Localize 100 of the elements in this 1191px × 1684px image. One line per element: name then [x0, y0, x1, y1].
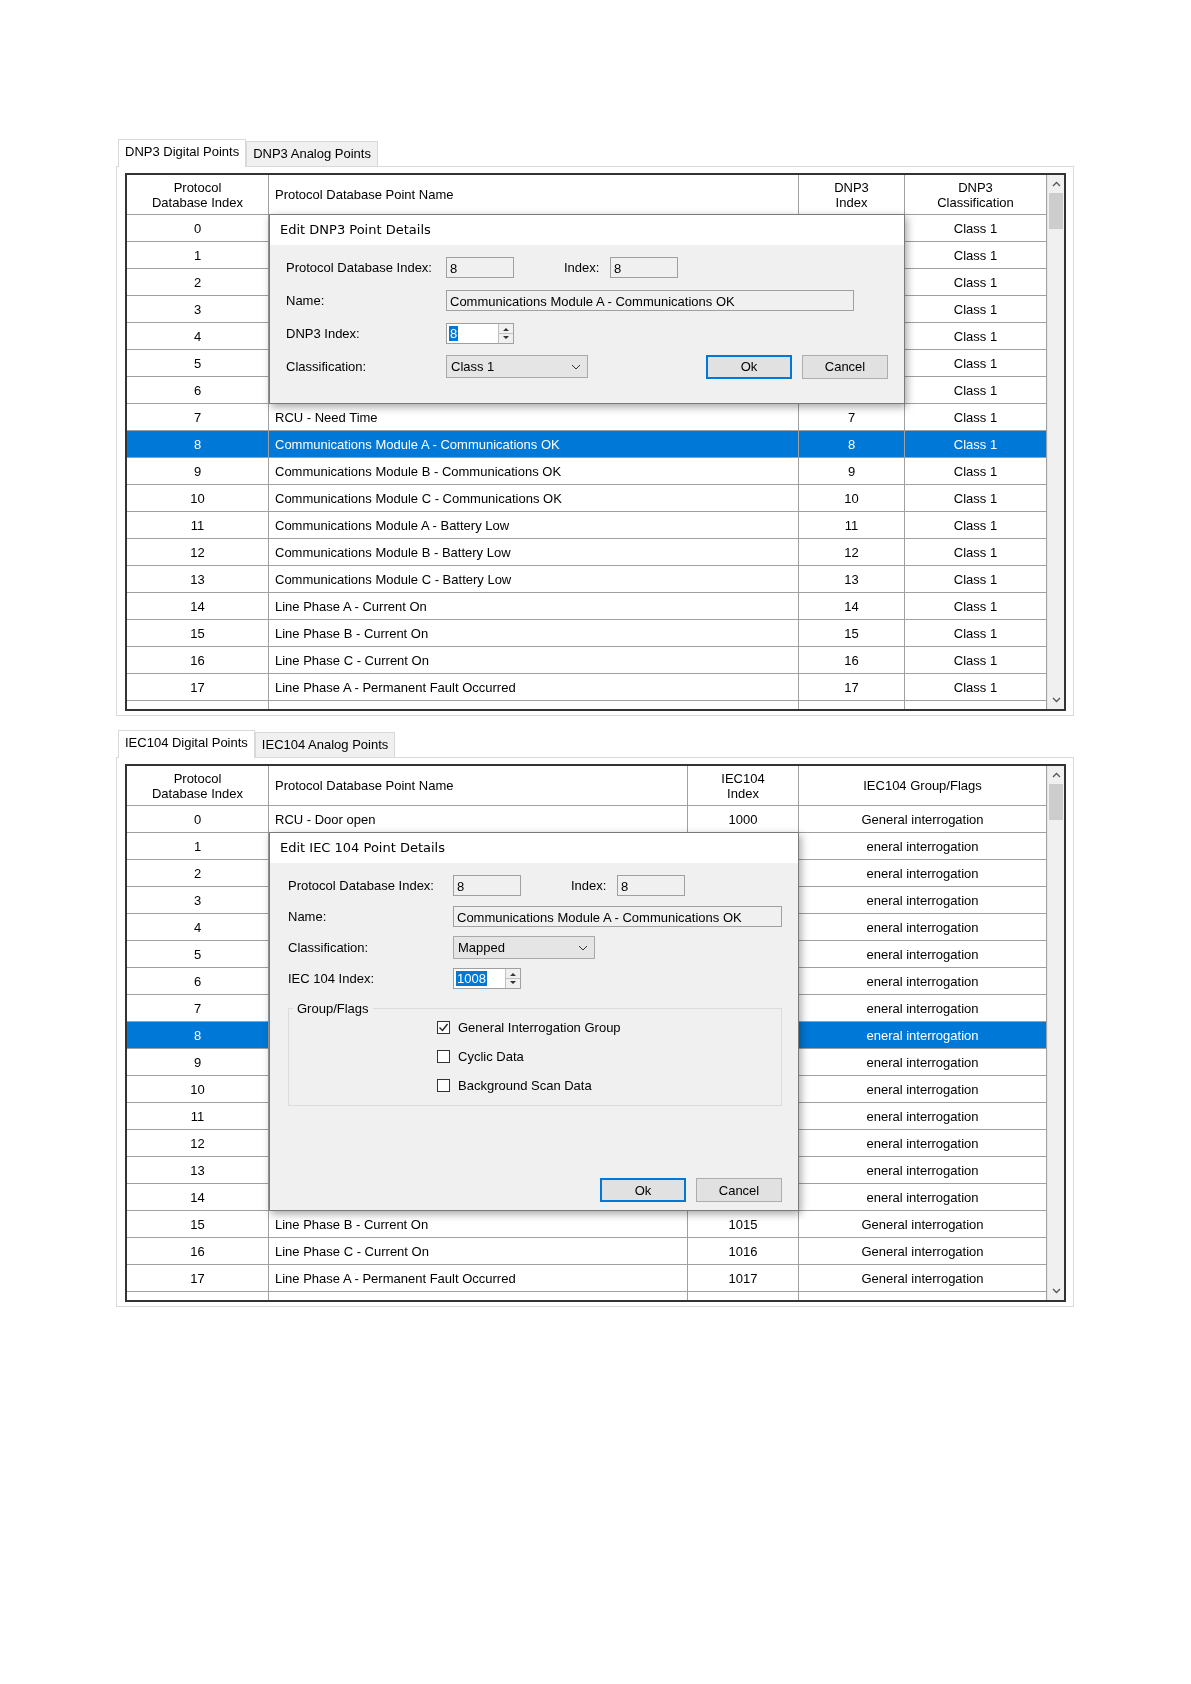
column-header: Protocol Database Point Name	[275, 187, 454, 202]
table-cell: 3	[193, 301, 202, 317]
spin-field[interactable]: 1008	[453, 968, 521, 989]
table-cell: 16	[844, 652, 859, 668]
checkbox[interactable]	[437, 1050, 450, 1063]
classification-dropdown[interactable]: Class 1	[446, 355, 588, 378]
table-cell: eneral interrogation	[866, 892, 979, 908]
table-cell: 16	[190, 1243, 205, 1259]
table-cell: General interrogation	[861, 1216, 984, 1232]
table-cell: 13	[844, 571, 859, 587]
field-label: Protocol Database Index:	[288, 878, 435, 893]
field-label: Classification:	[286, 359, 368, 374]
table-cell: 16	[190, 652, 205, 668]
ok-button[interactable]: Ok	[706, 354, 792, 379]
table-cell: 0	[193, 811, 202, 827]
checkbox[interactable]	[437, 1021, 450, 1034]
scrollbar[interactable]	[1047, 175, 1064, 709]
table-cell: 13	[190, 571, 205, 587]
table-cell: Line Phase A - Permanent Fault Occurred	[275, 679, 516, 695]
scroll-up-icon[interactable]	[1051, 772, 1061, 778]
table-cell: Class 1	[953, 355, 998, 371]
scrollbar-thumb[interactable]	[1049, 784, 1063, 820]
caret-icon	[578, 944, 588, 951]
table-cell: Class 1	[953, 436, 998, 452]
table-cell: Class 1	[953, 409, 998, 425]
table-row[interactable]: 9 Communications Module B - Communications OK 9 Class 1	[127, 458, 1047, 485]
cancel-button[interactable]: Cancel	[696, 1178, 782, 1202]
cancel-button[interactable]: Cancel	[802, 354, 888, 379]
column-header: Protocol Database Index	[150, 770, 245, 801]
table-cell: eneral interrogation	[866, 919, 979, 935]
scroll-up-icon[interactable]	[1051, 181, 1061, 187]
column-header: IEC104 Group/Flags	[863, 778, 982, 793]
table-row[interactable]: 12 Communications Module B - Battery Low 12 Class 1	[127, 539, 1047, 566]
field-label: IEC 104 Index:	[288, 971, 375, 986]
ok-button[interactable]: Ok	[600, 1178, 686, 1202]
table-cell: eneral interrogation	[866, 1081, 979, 1097]
table-cell: 7	[193, 1000, 202, 1016]
table-row[interactable]: 16 Line Phase C - Current On 1016 General interrogation	[127, 1238, 1047, 1265]
table-cell: 10	[190, 1081, 205, 1097]
table-row[interactable]: 14 Line Phase A - Current On 14 Class 1	[127, 593, 1047, 620]
checkbox-label: Cyclic Data	[458, 1049, 524, 1064]
table-cell: Class 1	[953, 679, 998, 695]
tab[interactable]: IEC104 Analog Points	[254, 732, 396, 757]
spin-field[interactable]: 8	[446, 323, 514, 344]
column-header: IEC104 Index	[720, 770, 766, 801]
table-cell: 6	[193, 973, 202, 989]
tab[interactable]: DNP3 Analog Points	[246, 141, 378, 166]
checkbox-label: General Interrogation Group	[458, 1020, 621, 1035]
table-row[interactable]: 15 Line Phase B - Current On 15 Class 1	[127, 620, 1047, 647]
table-cell: 8	[847, 436, 856, 452]
index-field[interactable]: 8	[446, 257, 514, 278]
spin-arrows-icon[interactable]	[498, 324, 513, 343]
column-header: Protocol Database Point Name	[275, 778, 454, 793]
table-cell: 11	[190, 1108, 205, 1124]
table-cell: Class 1	[953, 463, 998, 479]
table-cell: 11	[844, 517, 859, 533]
table-row[interactable]: 13 Communications Module C - Battery Low 13 Class 1	[127, 566, 1047, 593]
table-row[interactable]: 17 Line Phase A - Permanent Fault Occurred 17 Class 1	[127, 674, 1047, 701]
name-field[interactable]: Communications Module A - Communications OK	[446, 290, 854, 311]
table-cell: Class 1	[953, 382, 998, 398]
table-cell: eneral interrogation	[866, 1135, 979, 1151]
table-row[interactable]: 10 Communications Module C - Communications OK 10 Class 1	[127, 485, 1047, 512]
tab[interactable]: IEC104 Digital Points	[118, 730, 255, 758]
scrollbar-thumb[interactable]	[1049, 193, 1063, 229]
checkbox[interactable]	[437, 1079, 450, 1092]
classification-dropdown[interactable]: Mapped	[453, 936, 595, 959]
table-cell: 1000	[728, 811, 758, 827]
table-cell: 3	[193, 892, 202, 908]
table-cell: eneral interrogation	[866, 1108, 979, 1124]
name-field[interactable]: Communications Module A - Communications OK	[453, 906, 782, 927]
index-field[interactable]: 8	[453, 875, 521, 896]
column-header: DNP3 Classification	[936, 179, 1015, 210]
table-cell: Class 1	[953, 625, 998, 641]
table-cell: 6	[193, 382, 202, 398]
table-row[interactable]: 16 Line Phase C - Current On 16 Class 1	[127, 647, 1047, 674]
column-header: DNP3 Index	[833, 179, 870, 210]
table-cell: 5	[193, 946, 202, 962]
scroll-down-icon[interactable]	[1051, 697, 1061, 703]
table-row[interactable]: 17 Line Phase A - Permanent Fault Occurred 1017 General interrogation	[127, 1265, 1047, 1292]
field-label: Index:	[571, 878, 608, 893]
table-row[interactable]: 11 Communications Module A - Battery Low 11 Class 1	[127, 512, 1047, 539]
spin-arrows-icon[interactable]	[505, 969, 520, 988]
table-cell: 15	[844, 625, 859, 641]
table-cell: 9	[193, 1054, 202, 1070]
table-cell: General interrogation	[861, 1270, 984, 1286]
table-cell: 14	[190, 1189, 205, 1205]
table-cell: Class 1	[953, 301, 998, 317]
table-cell: 7	[193, 409, 202, 425]
table-cell: 1	[193, 247, 202, 263]
tab[interactable]: DNP3 Digital Points	[118, 139, 247, 167]
table-row[interactable]: 8 Communications Module A - Communications OK 8 Class 1	[127, 431, 1047, 458]
table-cell: eneral interrogation	[866, 1189, 979, 1205]
scrollbar[interactable]	[1047, 766, 1064, 1300]
index-field[interactable]: 8	[617, 875, 685, 896]
table-cell: Line Phase C - Current On	[275, 652, 429, 668]
table-cell: RCU - Need Time	[275, 409, 378, 425]
index-field[interactable]: 8	[610, 257, 678, 278]
scroll-down-icon[interactable]	[1051, 1288, 1061, 1294]
table-cell: 17	[190, 1270, 205, 1286]
table-cell: eneral interrogation	[866, 946, 979, 962]
